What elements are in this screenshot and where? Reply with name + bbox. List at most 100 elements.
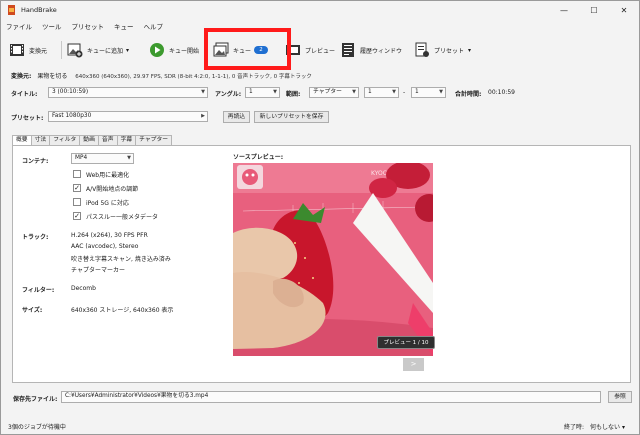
title-select[interactable]: 3 (00:10:59) ▼ [48,87,208,98]
track-subtitles: 吹き替え字幕スキャン, 焼き込み済み [71,256,171,263]
add-to-queue-button[interactable]: キューに追加 ▾ [67,37,129,63]
passthru-metadata-label: パススルー一般メタデータ [86,214,159,221]
range-label: 範囲: [286,91,301,98]
tab-chapters[interactable]: チャプター [135,135,173,145]
track-video: H.264 (x264), 30 FPS PFR [71,232,148,239]
toolbar-divider [61,41,62,59]
menu-help[interactable]: ヘルプ [139,20,169,34]
duration-label: 合計時間: [455,91,482,98]
chevron-down-icon: ▼ [352,89,356,95]
handbrake-window: HandBrake — ☐ ✕ ファイル ツール プリセット キュー ヘルプ 変… [0,0,640,435]
range-dash: - [403,89,406,96]
menu-bar: ファイル ツール プリセット キュー ヘルプ [1,20,168,34]
presets-icon [415,42,429,57]
web-optimized-checkbox[interactable] [73,170,81,178]
source-info: 変換元: 果物を切る 640x360 (640x360), 29.97 FPS,… [11,71,312,80]
add-image-icon [67,43,83,58]
activity-log-icon [342,43,354,57]
when-done-value: 何もしない [590,424,621,431]
filters-label: フィルター: [22,287,55,294]
add-to-queue-label: キューに追加 [87,47,124,55]
range-type-select[interactable]: チャプター ▼ [309,87,359,98]
web-optimized-label: Web用に最適化 [86,172,130,179]
preset-select[interactable]: Fast 1080p30 ▶ [48,111,208,122]
chevron-right-icon: ▶ [201,113,205,119]
presets-button[interactable]: プリセット ▾ [414,37,471,63]
chevron-down-icon: ▼ [127,155,131,161]
container-value: MP4 [75,155,88,161]
title-bar: HandBrake — ☐ ✕ [1,1,639,19]
browse-button[interactable]: 参照 [608,391,632,403]
menu-tools[interactable]: ツール [37,20,67,34]
tab-audio[interactable]: 音声 [97,135,118,145]
source-preview-label: ソースプレビュー: [233,154,284,161]
destination-path-input[interactable]: C:¥Users¥Administrator¥Videos¥果物を切る3.mp4 [61,391,601,403]
start-queue-label: キュー開始 [169,47,200,55]
ipod-5g-checkbox[interactable] [73,198,81,206]
checkmark-icon: ✓ [74,184,80,192]
destination-label: 保存先ファイル: [13,396,58,403]
preview-label: プレビュー [305,47,336,55]
preset-value: Fast 1080p30 [52,113,92,119]
tab-dimensions[interactable]: 寸法 [30,135,51,145]
filters-value: Decomb [71,285,96,292]
play-icon [150,43,164,57]
tab-video[interactable]: 動画 [79,135,99,145]
preview-button[interactable]: プレビュー [285,37,335,63]
checkmark-icon: ✓ [74,212,80,220]
passthru-metadata-checkbox[interactable]: ✓ [73,212,81,220]
activity-window-button[interactable]: 履歴ウィンドウ [340,37,402,63]
menu-presets[interactable]: プリセット [67,20,110,34]
angle-select[interactable]: 1 ▼ [245,87,280,98]
chevron-down-icon: ▾ [126,46,130,54]
range-end-value: 1 [415,89,419,95]
when-done-select[interactable]: 何もしない ▾ [590,422,625,431]
destination-path-value: C:¥Users¥Administrator¥Videos¥果物を切る3.mp4 [65,393,209,399]
toolbar: 変換元 キューに追加 ▾ キュー開始 キュー 2 プレビュー 履歴ウィンドウ プ… [1,37,639,63]
size-value: 640x360 ストレージ, 640x360 表示 [71,307,174,314]
chevron-down-icon: ▾ [621,424,625,431]
chevron-down-icon: ▼ [392,89,396,95]
tab-subtitles[interactable]: 字幕 [116,135,137,145]
menu-queue[interactable]: キュー [109,20,139,34]
when-done-label: 終了時: [564,424,585,431]
align-av-label: A/V開始地点の調節 [86,186,139,193]
chevron-down-icon: ▼ [273,89,277,95]
angle-value: 1 [249,89,253,95]
preset-label: プリセット: [11,115,44,122]
source-name: 果物を切る [37,73,68,80]
tab-summary[interactable]: 概要 [12,135,32,145]
menu-file[interactable]: ファイル [1,20,37,34]
reload-preset-button[interactable]: 再読込 [223,111,250,123]
range-start-value: 1 [368,89,372,95]
range-end-select[interactable]: 1 ▼ [411,87,446,98]
window-title: HandBrake [21,6,57,14]
source-label: 変換元: [11,73,32,80]
title-value: 3 (00:10:59) [52,89,89,95]
tab-filters[interactable]: フィルタ [49,135,81,145]
container-label: コンテナ: [22,158,49,165]
handbrake-app-icon [8,5,15,15]
save-new-preset-button[interactable]: 新しいプリセットを保存 [254,111,329,123]
activity-window-label: 履歴ウィンドウ [360,47,403,55]
container-select[interactable]: MP4 ▼ [71,153,134,164]
queued-jobs-status: 3個のジョブが待機中 [8,424,66,431]
range-type-value: チャプター [313,89,342,95]
next-preview-button[interactable]: > [403,358,424,371]
align-av-checkbox[interactable]: ✓ [73,184,81,192]
open-source-button[interactable]: 変換元 [9,37,47,63]
source-details: 640x360 (640x360), 29.97 FPS, SDR (8-bit… [75,74,312,80]
size-label: サイズ: [22,307,43,314]
source-preview-image: KYOCERA [233,163,433,356]
close-button[interactable]: ✕ [609,1,639,19]
track-chapters: チャプターマーカー [71,267,125,274]
minimize-button[interactable]: — [549,1,579,19]
maximize-button[interactable]: ☐ [579,1,609,19]
tracks-label: トラック: [22,234,49,241]
open-source-label: 変換元 [29,47,48,55]
duration-value: 00:10:59 [488,89,515,96]
ipod-5g-label: iPod 5G に対応 [86,200,129,207]
preview-counter-button[interactable]: プレビュー 1 / 10 [377,336,435,349]
range-start-select[interactable]: 1 ▼ [364,87,399,98]
start-queue-button[interactable]: キュー開始 [149,37,199,63]
